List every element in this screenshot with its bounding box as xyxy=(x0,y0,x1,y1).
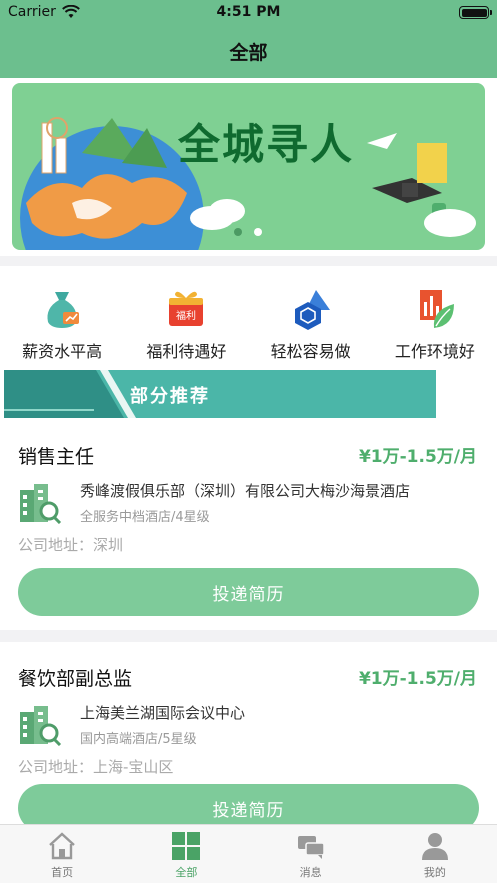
person-icon xyxy=(421,833,448,860)
tab-home[interactable]: 首页 xyxy=(0,825,124,883)
carousel-dot[interactable] xyxy=(234,228,242,236)
tab-messages[interactable]: 消息 xyxy=(249,825,373,883)
gift-box-icon: 福利 xyxy=(169,291,204,326)
category-row: 薪资水平高 福利 福利待遇好 轻松容易做 工作环境好 xyxy=(0,266,497,370)
company-type: 国内高端酒店/5星级 xyxy=(80,732,197,747)
category-label: 薪资水平高 xyxy=(22,342,103,361)
cube-icon xyxy=(294,290,330,330)
section-banner: 部分推荐 xyxy=(4,370,436,418)
job-card[interactable]: 销售主任 ¥1万-1.5万/月 秀峰渡假俱乐部（深圳）有限公司大梅沙海景酒店 全… xyxy=(0,420,497,630)
tab-label: 消息 xyxy=(299,866,322,879)
job-title: 销售主任 xyxy=(18,446,95,468)
section-decor xyxy=(4,370,136,418)
home-icon xyxy=(49,832,75,860)
job-salary: ¥1万-1.5万/月 xyxy=(358,447,477,467)
leaf-chart-icon xyxy=(419,290,454,328)
tab-label: 我的 xyxy=(423,866,446,879)
section-header: 部分推荐 xyxy=(0,370,497,420)
header: Carrier 4:51 PM 全部 xyxy=(0,0,497,78)
chat-icon xyxy=(297,836,325,859)
category-environment[interactable]: 工作环境好 xyxy=(373,266,497,370)
gift-badge: 福利 xyxy=(176,309,196,322)
page-title: 全部 xyxy=(229,42,268,64)
money-bag-icon xyxy=(47,292,80,328)
grid-icon xyxy=(172,832,201,860)
company-type: 全服务中档酒店/4星级 xyxy=(80,510,210,525)
category-benefits[interactable]: 福利 福利待遇好 xyxy=(124,266,248,370)
banner-title: 全城寻人 xyxy=(178,120,355,169)
clock: 4:51 PM xyxy=(216,4,281,20)
company-address: 公司地址：深圳 xyxy=(18,536,124,554)
company-building-icon xyxy=(20,706,62,746)
category-label: 工作环境好 xyxy=(394,342,475,361)
company-address: 公司地址：上海-宝山区 xyxy=(18,758,174,776)
section-title: 部分推荐 xyxy=(130,386,210,407)
apply-button[interactable]: 投递简历 xyxy=(18,568,479,616)
category-label: 轻松容易做 xyxy=(270,342,351,361)
job-salary: ¥1万-1.5万/月 xyxy=(358,669,477,689)
tab-label: 首页 xyxy=(51,866,74,879)
banner-carousel[interactable]: 全城寻人 xyxy=(12,83,485,250)
tab-bar: 首页 全部 消息 我的 xyxy=(0,824,497,883)
category-easy[interactable]: 轻松容易做 xyxy=(249,266,373,370)
company-name: 上海美兰湖国际会议中心 xyxy=(80,704,246,722)
tab-all[interactable]: 全部 xyxy=(124,825,248,883)
category-salary[interactable]: 薪资水平高 xyxy=(0,266,124,370)
job-title: 餐饮部副总监 xyxy=(18,668,133,690)
status-bar: Carrier 4:51 PM xyxy=(0,0,497,26)
job-card[interactable]: 餐饮部副总监 ¥1万-1.5万/月 上海美兰湖国际会议中心 国内高端酒店/5星级… xyxy=(0,642,497,832)
category-label: 福利待遇好 xyxy=(146,342,227,361)
carousel-dot-active[interactable] xyxy=(254,228,262,236)
tab-profile[interactable]: 我的 xyxy=(373,825,497,883)
tab-label: 全部 xyxy=(175,866,198,879)
company-building-icon xyxy=(20,484,62,524)
company-name: 秀峰渡假俱乐部（深圳）有限公司大梅沙海景酒店 xyxy=(80,482,411,500)
banner-section: 全城寻人 xyxy=(0,78,497,256)
carousel-dots xyxy=(234,228,262,236)
battery-icon xyxy=(459,6,492,19)
